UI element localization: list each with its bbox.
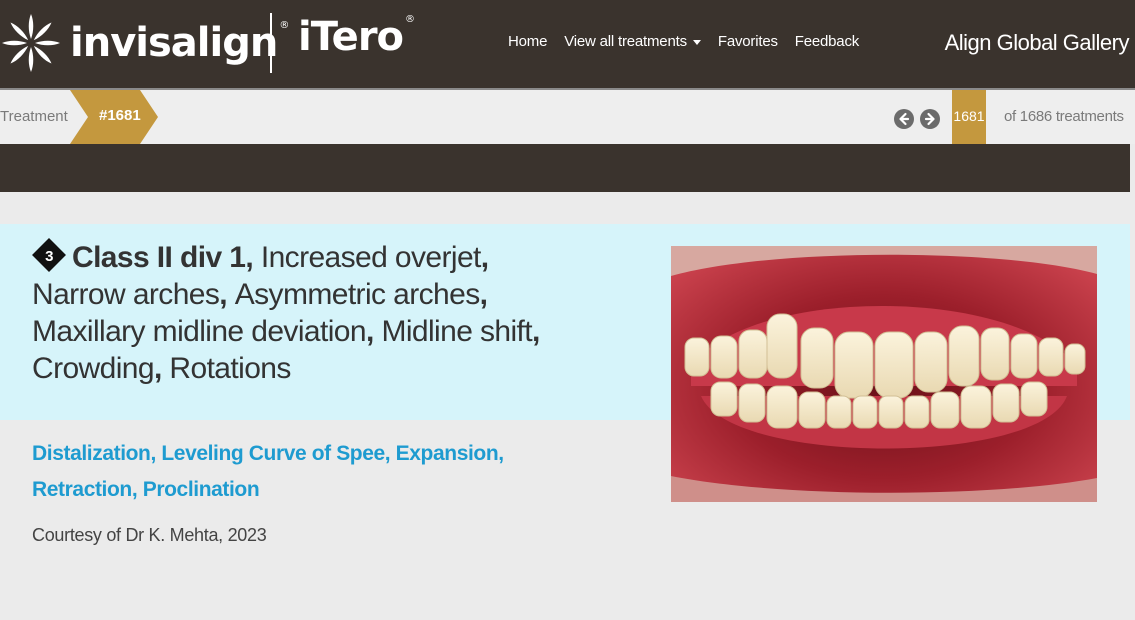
case-procedures: Distalization, Leveling Curve of Spee, E… [32,442,504,501]
itero-logo[interactable]: iTero ® [298,14,415,60]
current-treatment-number: 1681 [953,108,985,124]
nav-home[interactable]: Home [508,33,547,50]
brand-divider [270,13,272,73]
difficulty-diamond-icon: 3 [32,238,66,272]
procedure-item[interactable]: Distalization [32,442,151,465]
procedure-item[interactable]: Expansion [396,442,499,465]
condition-item: Midline shift [381,315,533,348]
teeth-photo-illustration [671,246,1097,502]
difficulty-level: 3 [45,248,53,265]
condition-item: Rotations [169,352,291,385]
decorative-band [0,144,1130,192]
procedure-item[interactable]: Retraction [32,478,132,501]
invisalign-wordmark: invisalign ® [70,20,289,66]
procedure-item[interactable]: Proclination [143,478,260,501]
main-nav: Home View all treatments Favorites Feedb… [508,33,876,50]
case-conditions-heading: 3 Class II div 1, Increased overjet, Nar… [32,238,632,387]
invisalign-logo[interactable]: invisalign ® [0,12,289,74]
breadcrumb-treatment[interactable]: Treatment [0,108,68,125]
intraoral-photo[interactable] [671,246,1097,502]
case-courtesy: Courtesy of Dr K. Mehta, 2023 [32,525,267,545]
treatment-bar: Treatment #1681 1681 of 1686 treatments [0,88,1135,162]
chevron-down-icon [692,39,701,45]
arrow-left-icon [899,112,910,126]
starburst-logo-icon [2,14,60,72]
condition-item: Maxillary midline deviation [32,315,367,348]
site-title[interactable]: Align Global Gallery [945,30,1130,56]
procedure-item[interactable]: Leveling Curve of Spee [161,442,385,465]
breadcrumb-treatment-number: #1681 [70,90,158,144]
nav-view-all-treatments[interactable]: View all treatments [564,33,701,50]
condition-item: Narrow arches [32,278,220,311]
condition-item: Crowding [32,352,155,385]
condition-item: Increased overjet [260,241,482,274]
top-header: invisalign ® iTero ® Home View all treatme… [0,0,1135,88]
arrow-right-icon [924,112,935,126]
treatment-number-label: #1681 [99,107,141,124]
condition-item: Asymmetric arches [234,278,480,311]
nav-view-all-label: View all treatments [564,33,687,50]
next-treatment-button[interactable] [920,109,940,129]
previous-treatment-button[interactable] [894,109,914,129]
primary-condition: Class II div 1 [72,241,246,274]
treatment-total: of 1686 treatments [1004,108,1124,125]
nav-favorites[interactable]: Favorites [718,33,778,50]
nav-feedback[interactable]: Feedback [795,33,859,50]
